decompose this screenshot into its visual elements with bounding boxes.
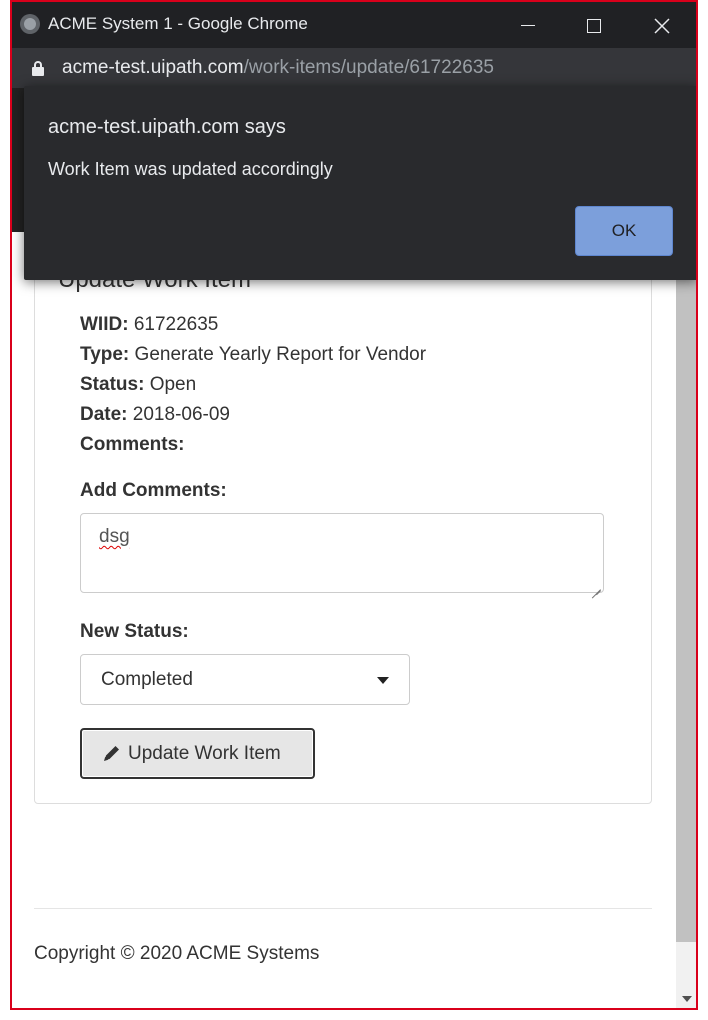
close-icon: [654, 18, 670, 34]
alert-dialog: acme-test.uipath.com says Work Item was …: [24, 86, 696, 280]
url-path: /work-items/update/61722635: [243, 57, 494, 78]
window-title: ACME System 1 - Google Chrome: [48, 14, 308, 33]
update-button-label: Update Work Item: [128, 743, 281, 764]
browser-window: ACME System 1 - Google Chrome acme-test.…: [10, 0, 698, 1010]
wiid-field: WIID: 61722635: [80, 314, 218, 336]
title-bar: ACME System 1 - Google Chrome: [12, 2, 696, 48]
new-status-value: Completed: [101, 669, 193, 690]
type-field: Type: Generate Yearly Report for Vendor: [80, 344, 426, 366]
lock-icon: [32, 61, 44, 76]
wiid-value: 61722635: [133, 314, 219, 335]
caret-down-icon: [377, 677, 389, 684]
dialog-message: Work Item was updated accordingly: [48, 159, 333, 179]
wiid-label: WIID:: [80, 314, 129, 335]
scroll-down-arrow-icon[interactable]: [682, 996, 692, 1002]
copyright-text: Copyright © 2020 ACME Systems: [34, 943, 320, 964]
minimize-button[interactable]: [508, 10, 548, 40]
maximize-icon: [587, 18, 601, 33]
minimize-icon: [521, 25, 535, 27]
status-label: Status:: [80, 374, 145, 395]
status-field: Status: Open: [80, 374, 196, 396]
status-value: Open: [149, 374, 197, 395]
new-status-label: New Status:: [80, 621, 189, 642]
ok-button[interactable]: OK: [575, 206, 673, 256]
url-host: acme-test.uipath.com: [62, 57, 244, 78]
date-value: 2018-06-09: [132, 404, 230, 425]
comment-text: dsg: [99, 526, 130, 547]
url-text[interactable]: acme-test.uipath.com/work-items/update/6…: [62, 57, 494, 79]
pencil-icon: [104, 746, 119, 761]
update-work-item-button[interactable]: Update Work Item: [80, 728, 315, 779]
dialog-title: acme-test.uipath.com says: [48, 116, 286, 138]
maximize-button[interactable]: [574, 10, 614, 40]
date-field: Date: 2018-06-09: [80, 404, 230, 426]
address-bar[interactable]: acme-test.uipath.com/work-items/update/6…: [12, 48, 696, 88]
type-value: Generate Yearly Report for Vendor: [134, 344, 427, 365]
date-label: Date:: [80, 404, 128, 425]
type-label: Type:: [80, 344, 130, 365]
comments-label: Comments:: [80, 434, 185, 455]
scrollbar-thumb[interactable]: [676, 232, 696, 942]
globe-icon: [20, 14, 40, 34]
add-comments-label: Add Comments:: [80, 480, 227, 501]
footer-divider: [34, 908, 652, 909]
close-button[interactable]: [642, 10, 682, 40]
comments-textarea[interactable]: dsg: [80, 513, 604, 593]
new-status-select[interactable]: Completed: [80, 654, 410, 705]
resize-grip-icon[interactable]: [591, 580, 601, 590]
